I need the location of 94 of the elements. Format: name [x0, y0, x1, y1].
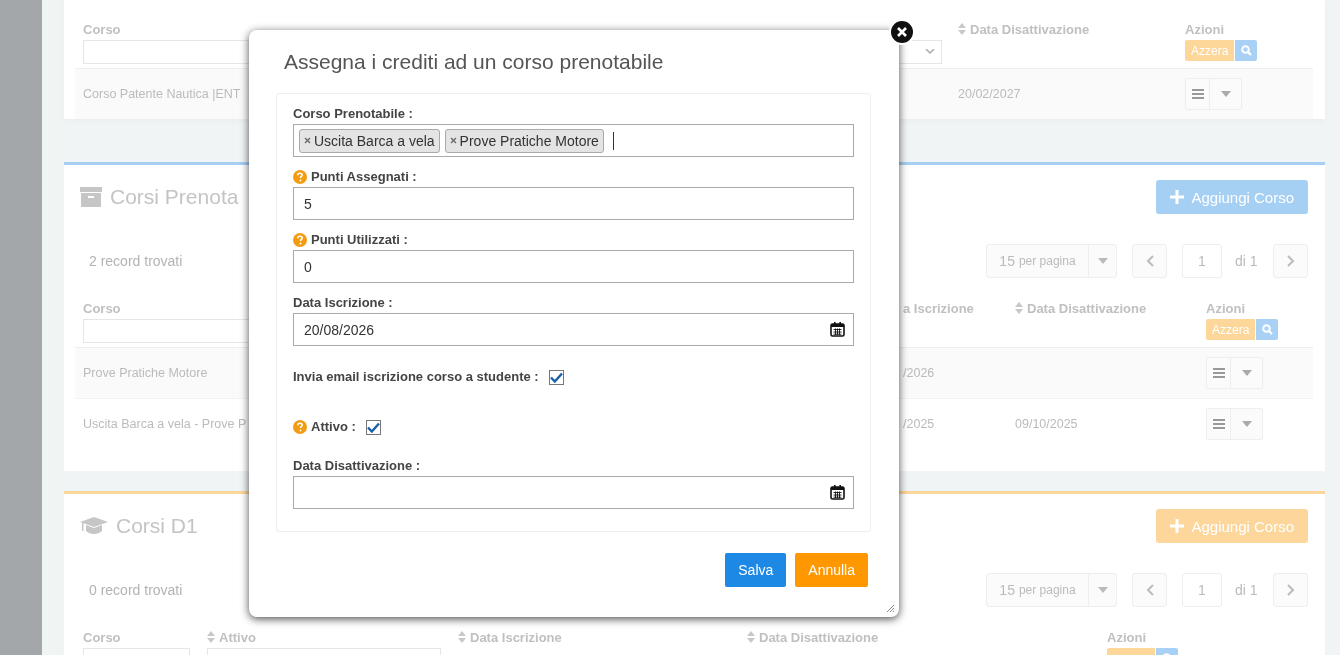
add-course-button[interactable]: Aggiungi Corso	[1156, 180, 1308, 214]
table-cell: /2025	[903, 417, 935, 431]
tag[interactable]: Prove Pratiche Motore	[444, 128, 604, 153]
tag-field[interactable]: Uscita Barca a vela Prove Pratiche Motore	[293, 124, 854, 157]
menu-icon	[1212, 419, 1225, 429]
sort-icon	[747, 631, 755, 643]
search-button[interactable]	[1235, 40, 1258, 61]
check-icon	[366, 421, 380, 433]
close-button[interactable]	[889, 19, 915, 45]
reset-button[interactable]: Azzera	[1206, 319, 1256, 340]
field-label: Data Iscrizione :	[293, 295, 393, 311]
column-header: Data Disattivazione	[970, 21, 1090, 37]
archive-icon	[80, 187, 102, 207]
date-field[interactable]	[293, 476, 854, 509]
field-label: Data Disattivazione :	[293, 458, 421, 474]
input-field[interactable]: 0	[293, 250, 854, 283]
page-total: di 1	[1235, 253, 1259, 269]
field-label: Invia email iscrizione corso a studente :	[293, 369, 539, 385]
next-page-button[interactable]	[1273, 244, 1308, 278]
resize-grip-icon	[886, 604, 895, 613]
graduation-cap-icon	[80, 517, 108, 535]
record-count: 0 record trovati	[88, 582, 183, 598]
plus-icon	[1170, 190, 1185, 204]
caret-icon	[1241, 370, 1252, 376]
add-course-button[interactable]: Aggiungi Corso	[1156, 509, 1308, 543]
table-cell: 20/02/2027	[958, 87, 1021, 101]
tag[interactable]: Uscita Barca a vela	[299, 128, 440, 153]
search-button[interactable]	[1256, 319, 1279, 340]
table-cell: /2026	[903, 366, 935, 380]
chevron-right-icon	[1286, 255, 1295, 267]
cancel-button[interactable]: Annulla	[795, 553, 868, 587]
caret-icon	[1220, 91, 1231, 97]
table-cell: 09/10/2025	[1015, 417, 1078, 431]
remove-icon	[449, 137, 457, 144]
previous-page-button[interactable]	[1132, 244, 1167, 278]
input-field[interactable]: 5	[293, 187, 854, 220]
table-cell: Prove Pratiche Motore	[83, 366, 208, 380]
text-cursor	[612, 131, 614, 150]
field-label: Punti Assegnati :	[311, 169, 417, 185]
column-header: Azioni	[1206, 300, 1245, 316]
per-page-select[interactable]: 15 per pagina	[986, 573, 1117, 607]
chevron-down-icon	[925, 49, 935, 55]
field-label: Corso Prenotabile :	[293, 106, 413, 122]
page-field[interactable]: 1	[1182, 244, 1222, 278]
column-header: a Iscrizione	[903, 300, 974, 316]
help-icon	[293, 420, 307, 434]
chevron-left-icon	[1145, 255, 1154, 267]
sort-icon	[958, 23, 966, 35]
column-header: Azioni	[1107, 629, 1146, 645]
search-icon	[1240, 45, 1252, 56]
column-header: Data Iscrizione	[470, 629, 562, 645]
column-header: Corso	[83, 300, 121, 316]
table-cell: Uscita Barca a vela - Prove P	[83, 417, 247, 431]
remove-icon	[304, 137, 311, 144]
column-header: Corso	[83, 629, 121, 645]
panel-title: Corsi D1	[116, 514, 198, 538]
caret-icon	[1097, 258, 1108, 264]
field-label: Attivo :	[311, 419, 356, 435]
column-header: Corso	[83, 21, 121, 37]
calendar-icon	[830, 322, 845, 337]
column-header: Attivo	[219, 629, 256, 645]
reset-button[interactable]: Azzera	[1185, 40, 1235, 61]
date-field[interactable]: 20/08/2026	[293, 313, 854, 346]
help-icon	[293, 233, 307, 247]
calendar-icon	[830, 485, 845, 500]
column-header: Azioni	[1185, 21, 1224, 37]
help-icon	[293, 170, 307, 184]
column-header: Data Disattivazione	[759, 629, 879, 645]
previous-page-button[interactable]	[1132, 573, 1167, 607]
check-icon	[549, 371, 563, 383]
menu-icon	[1191, 89, 1204, 99]
panel-title: Corsi Prenota	[110, 185, 239, 209]
record-count: 2 record trovati	[88, 253, 183, 269]
plus-icon	[1170, 519, 1185, 533]
chevron-right-icon	[1286, 584, 1295, 596]
dialog-title: Assegna i crediti ad un corso prenotabile	[283, 49, 665, 75]
page-field[interactable]: 1	[1182, 573, 1222, 607]
next-page-button[interactable]	[1273, 573, 1308, 607]
page-total: di 1	[1235, 582, 1259, 598]
search-icon	[1261, 324, 1273, 335]
column-header: Data Disattivazione	[1027, 300, 1147, 316]
sort-icon	[458, 631, 466, 643]
caret-icon	[1241, 421, 1252, 427]
checkbox[interactable]	[365, 419, 381, 435]
menu-icon	[1212, 368, 1225, 378]
sort-icon	[207, 631, 215, 643]
sort-icon	[1015, 302, 1023, 314]
per-page-select[interactable]: 15 per pagina	[986, 244, 1117, 278]
table-cell: Corso Patente Nautica |ENT	[83, 87, 241, 101]
chevron-left-icon	[1145, 584, 1154, 596]
caret-icon	[1097, 587, 1108, 593]
save-button[interactable]: Salva	[725, 553, 787, 587]
checkbox[interactable]	[548, 369, 564, 385]
field-label: Punti Utilizzati :	[311, 232, 408, 248]
